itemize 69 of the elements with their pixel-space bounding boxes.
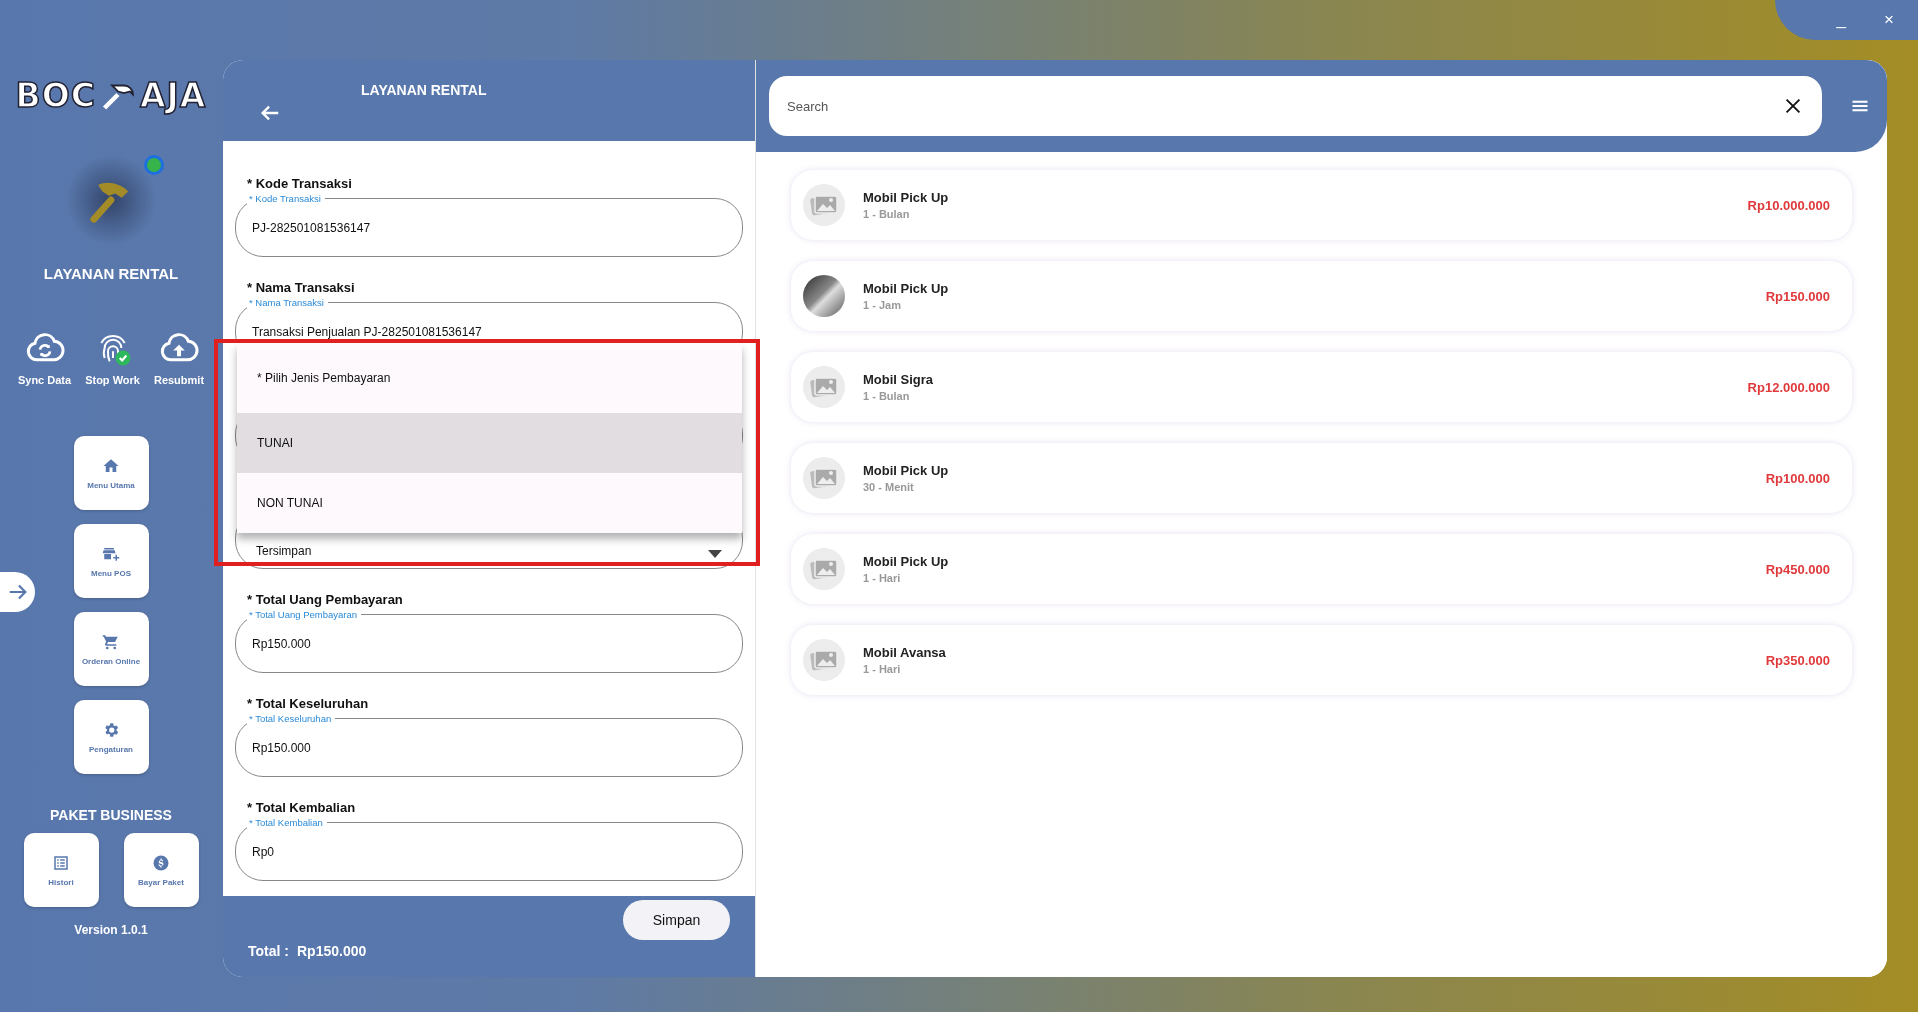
- product-price: Rp100.000: [1765, 470, 1830, 486]
- menu-card[interactable]: Menu POS: [73, 524, 149, 598]
- form-title: LAYANAN RENTAL: [361, 82, 487, 98]
- product-item[interactable]: Mobil Pick Up 1 - Hari Rp450.000: [791, 534, 1852, 604]
- action-button[interactable]: Sync Data: [17, 328, 72, 386]
- product-name: Mobil Sigra: [863, 372, 935, 387]
- product-duration: 1 - Bulan: [863, 208, 911, 220]
- product-price: Rp10.000.000: [1747, 197, 1830, 213]
- product-price: Rp450.000: [1765, 561, 1830, 577]
- logo-text: AJA: [140, 76, 207, 115]
- field-label: * Total Kembalian: [246, 800, 356, 816]
- menu-card[interactable]: Pengaturan: [73, 700, 149, 774]
- product-item[interactable]: Mobil Avansa 1 - Hari Rp350.000: [791, 625, 1852, 695]
- menu-card[interactable]: Menu Utama: [73, 436, 149, 510]
- field-label: * Total Uang Pembayaran: [246, 592, 403, 608]
- field-value: PJ-282501081536147: [252, 220, 371, 235]
- floating-label: * Total Keseluruhan: [247, 713, 336, 724]
- dollar-icon: [152, 853, 170, 872]
- floating-label: * Total Uang Pembayaran: [247, 609, 362, 620]
- field-value: Rp150.000: [252, 740, 311, 755]
- field-value: Rp150.000: [252, 636, 311, 651]
- field-label: * Kode Transaksi: [246, 176, 352, 192]
- product-duration: 1 - Bulan: [863, 390, 911, 402]
- caret-icon: [708, 550, 722, 558]
- total-label: Total :: [248, 943, 289, 959]
- floating-label: * Nama Transaksi: [247, 297, 328, 308]
- product-name: Mobil Avansa: [863, 645, 947, 660]
- package-title: PAKET BUSINESS: [50, 807, 172, 823]
- search-bar[interactable]: Search: [769, 76, 1822, 136]
- cart-icon: [102, 632, 120, 651]
- expand-button[interactable]: [0, 572, 35, 612]
- version-text: Version 1.0.1: [74, 923, 148, 937]
- close-button[interactable]: ×: [1880, 10, 1898, 30]
- product-name: Mobil Pick Up: [863, 554, 950, 569]
- menu-card[interactable]: Orderan Online: [73, 612, 149, 686]
- save-button[interactable]: Simpan: [623, 900, 730, 940]
- product-duration: 30 - Menit: [863, 481, 915, 493]
- product-name: Mobil Pick Up: [863, 281, 950, 296]
- total-value: Rp150.000: [296, 943, 367, 959]
- logo-text: BOC: [15, 76, 97, 115]
- product-item[interactable]: Mobil Pick Up 30 - Menit Rp100.000: [791, 443, 1852, 513]
- field-value: Rp0: [252, 844, 274, 859]
- floating-label: * Kode Transaksi: [247, 193, 325, 204]
- product-price: Rp350.000: [1765, 652, 1830, 668]
- action-button[interactable]: Stop Work: [85, 328, 140, 386]
- menu-card[interactable]: Bayar Paket: [123, 833, 199, 907]
- minimize-button[interactable]: _: [1832, 10, 1851, 30]
- product-name: Mobil Pick Up: [863, 463, 950, 478]
- action-button[interactable]: Resubmit: [153, 328, 205, 386]
- field-value: Tersimpan: [256, 544, 312, 558]
- product-price: Rp12.000.000: [1747, 379, 1830, 395]
- menu-card[interactable]: Histori: [23, 833, 99, 907]
- product-item[interactable]: Mobil Sigra 1 - Bulan Rp12.000.000: [791, 352, 1852, 422]
- product-item[interactable]: Mobil Pick Up 1 - Jam Rp150.000: [791, 261, 1852, 331]
- product-duration: 1 - Jam: [863, 299, 902, 311]
- product-item[interactable]: Mobil Pick Up 1 - Bulan Rp10.000.000: [791, 170, 1852, 240]
- product-price: Rp150.000: [1765, 288, 1830, 304]
- dropdown-option[interactable]: TUNAI: [237, 413, 742, 473]
- search-field[interactable]: Search: [785, 97, 1782, 115]
- product-duration: 1 - Hari: [863, 663, 902, 675]
- status-dot: [144, 155, 164, 175]
- product-name: Mobil Pick Up: [863, 190, 950, 205]
- floating-label: * Total Kembalian: [247, 817, 327, 828]
- field-label: * Nama Transaksi: [246, 280, 355, 296]
- app-name: LAYANAN RENTAL: [43, 265, 179, 282]
- list-icon: [52, 853, 70, 872]
- field-value: Transaksi Penjualan PJ-282501081536147: [252, 324, 482, 339]
- field-label: * Total Keseluruhan: [246, 696, 369, 712]
- product-duration: 1 - Hari: [863, 572, 902, 584]
